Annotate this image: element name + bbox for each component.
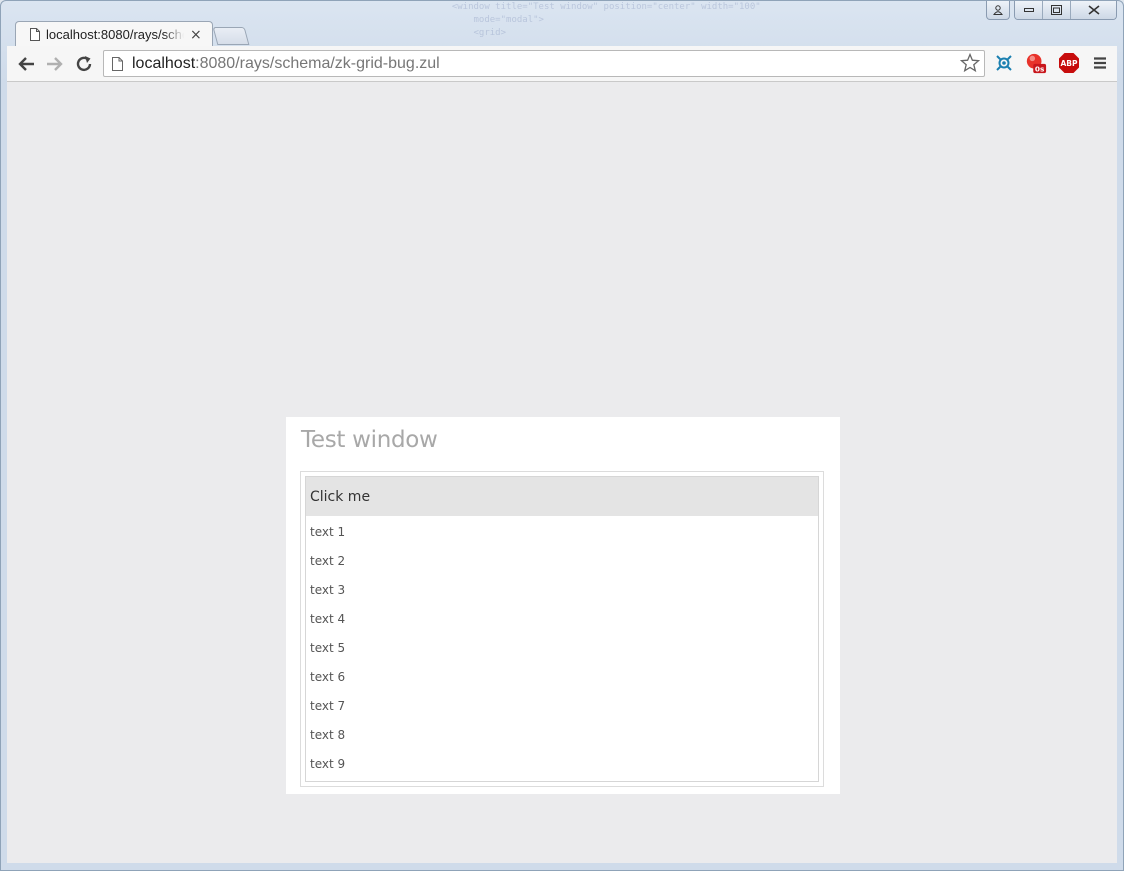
- grid-rows: text 1 text 2 text 3 text 4 text 5 text …: [306, 516, 818, 778]
- window-buttons: [1014, 1, 1117, 20]
- user-button[interactable]: [986, 1, 1010, 20]
- maximize-icon: [1051, 5, 1062, 15]
- extension-icon: [996, 55, 1012, 71]
- background-code: <window title="Test window" position="ce…: [451, 2, 761, 38]
- back-button[interactable]: [15, 53, 37, 75]
- row-text: text 9: [310, 756, 346, 771]
- table-row[interactable]: text 1: [306, 517, 818, 546]
- row-text: text 5: [310, 640, 346, 655]
- data-grid: Click me text 1 text 2 text 3 text 4 tex…: [305, 476, 819, 782]
- close-icon: [1088, 5, 1099, 15]
- tab-close-icon[interactable]: ×: [190, 28, 202, 42]
- menu-icon: [1094, 57, 1106, 69]
- adblock-button[interactable]: ABP: [1058, 52, 1080, 74]
- window-controls: [986, 1, 1117, 20]
- table-row[interactable]: text 5: [306, 633, 818, 662]
- star-icon[interactable]: [960, 53, 980, 73]
- browser-toolbar: localhost:8080/rays/schema/zk-grid-bug.z…: [7, 46, 1117, 82]
- table-row[interactable]: text 2: [306, 546, 818, 575]
- browser-window: <window title="Test window" position="ce…: [0, 0, 1124, 871]
- browser-tab[interactable]: localhost:8080/rays/schema/zk-grid-bug.z…: [15, 21, 213, 47]
- row-text: text 6: [310, 669, 346, 684]
- page-viewport: Test window Click me text 1 text 2 text …: [7, 82, 1117, 863]
- close-window-button[interactable]: [1071, 1, 1116, 19]
- record-extension-icon: 0s: [1026, 53, 1047, 74]
- address-bar[interactable]: localhost:8080/rays/schema/zk-grid-bug.z…: [103, 50, 985, 77]
- window-title: Test window: [301, 427, 438, 453]
- row-text: text 3: [310, 582, 346, 597]
- reload-button[interactable]: [73, 53, 95, 75]
- reload-icon: [76, 56, 92, 72]
- page-icon: [30, 28, 40, 41]
- row-text: text 4: [310, 611, 346, 626]
- table-row[interactable]: text 7: [306, 691, 818, 720]
- url-path: :8080/rays/schema/zk-grid-bug.zul: [195, 54, 440, 72]
- maximize-button[interactable]: [1043, 1, 1071, 19]
- test-window: Test window Click me text 1 text 2 text …: [286, 417, 840, 794]
- row-text: text 8: [310, 727, 346, 742]
- table-row[interactable]: text 3: [306, 575, 818, 604]
- forward-icon: [47, 57, 63, 71]
- row-text: text 7: [310, 698, 346, 713]
- url-text: localhost:8080/rays/schema/zk-grid-bug.z…: [132, 55, 984, 73]
- record-extension-button[interactable]: 0s: [1025, 52, 1047, 74]
- minimize-icon: [1023, 8, 1034, 12]
- menu-button[interactable]: [1089, 52, 1111, 74]
- table-row[interactable]: text 6: [306, 662, 818, 691]
- table-row[interactable]: text 9: [306, 749, 818, 778]
- tab-title: localhost:8080/rays/schema/zk-grid-bug.z…: [46, 27, 184, 42]
- user-icon: [993, 5, 1003, 15]
- extension-button[interactable]: [993, 52, 1015, 74]
- forward-button[interactable]: [44, 53, 66, 75]
- page-icon: [112, 56, 123, 71]
- row-text: text 1: [310, 524, 346, 539]
- grid-header-label: Click me: [310, 488, 371, 505]
- adblock-icon: ABP: [1059, 53, 1079, 73]
- adblock-label: ABP: [1060, 59, 1078, 68]
- minimize-button[interactable]: [1015, 1, 1043, 19]
- extension-badge: 0s: [1035, 65, 1045, 74]
- url-host: localhost: [132, 54, 196, 72]
- table-row[interactable]: text 4: [306, 604, 818, 633]
- table-row[interactable]: text 8: [306, 720, 818, 749]
- back-icon: [18, 57, 34, 71]
- new-tab-button[interactable]: [212, 27, 250, 45]
- grid-header-click-me[interactable]: Click me: [306, 477, 818, 516]
- row-text: text 2: [310, 553, 346, 568]
- window-content: Click me text 1 text 2 text 3 text 4 tex…: [300, 471, 824, 787]
